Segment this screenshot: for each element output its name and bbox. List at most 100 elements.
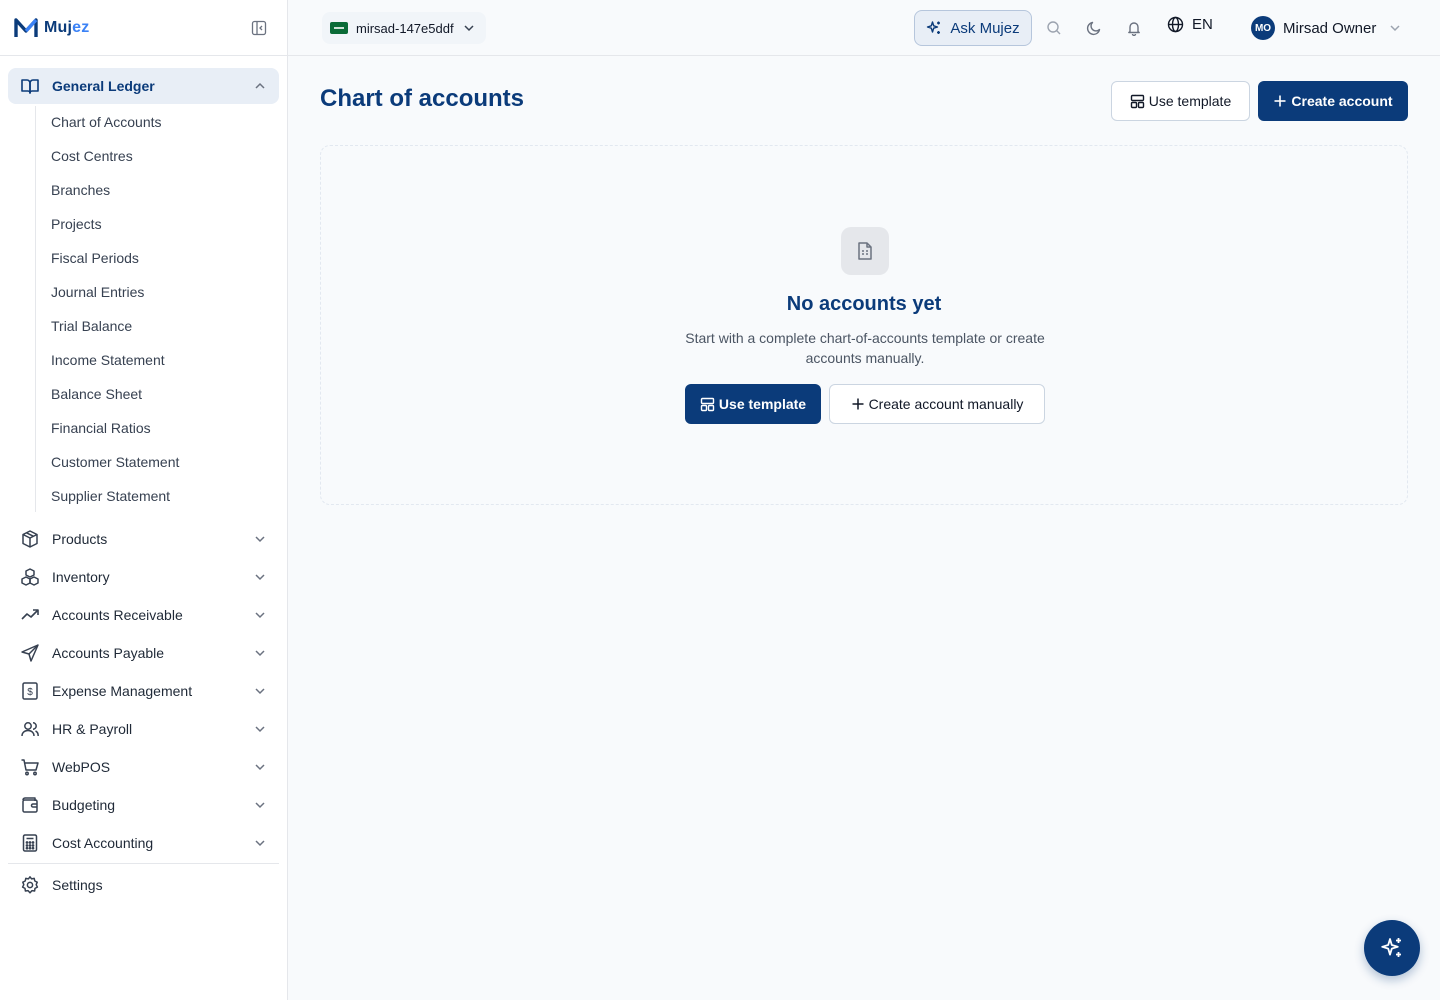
nav-group-webpos[interactable]: WebPOS <box>8 748 279 786</box>
sparkles-icon <box>1379 935 1405 961</box>
organization-selector[interactable]: mirsad-147e5ddf <box>322 12 486 44</box>
top-bar: mirsad-147e5ddf Ask Mujez EN MO Mirsad O… <box>288 0 1440 56</box>
brand-logo[interactable]: Mujez <box>14 17 89 39</box>
subnav-item-cost-centres[interactable]: Cost Centres <box>35 139 279 173</box>
globe-icon <box>1167 16 1184 33</box>
users-icon <box>20 719 40 739</box>
subnav-item-fiscal-periods[interactable]: Fiscal Periods <box>35 241 279 275</box>
subnav-item-branches[interactable]: Branches <box>35 173 279 207</box>
plus-icon <box>851 397 865 411</box>
chevron-down-icon <box>253 608 267 622</box>
package-icon <box>20 529 40 549</box>
nav-label: Inventory <box>52 569 110 585</box>
create-account-manually-label: Create account manually <box>868 396 1024 412</box>
cart-icon <box>20 757 40 777</box>
nav-group-accounts-payable[interactable]: Accounts Payable <box>8 634 279 672</box>
document-icon <box>841 227 889 275</box>
sidebar-header: Mujez <box>0 0 287 56</box>
nav-label: Settings <box>52 877 103 893</box>
create-account-manually-button[interactable]: Create account manually <box>829 384 1045 424</box>
brand-name: Mujez <box>44 18 90 36</box>
chevron-down-icon <box>253 532 267 546</box>
subnav-item-balance-sheet[interactable]: Balance Sheet <box>35 377 279 411</box>
search-icon[interactable] <box>1044 18 1064 38</box>
nav-group-accounts-receivable[interactable]: Accounts Receivable <box>8 596 279 634</box>
subnav-item-journal-entries[interactable]: Journal Entries <box>35 275 279 309</box>
use-template-label: Use template <box>1148 93 1232 109</box>
book-open-icon <box>20 76 40 96</box>
nav-group-inventory[interactable]: Inventory <box>8 558 279 596</box>
sidebar-collapse-icon[interactable] <box>251 20 267 36</box>
create-account-label: Create account <box>1291 93 1393 109</box>
user-name: Mirsad Owner <box>1283 19 1377 37</box>
subnav-item-income-statement[interactable]: Income Statement <box>35 343 279 377</box>
subnav-item-supplier-statement[interactable]: Supplier Statement <box>35 479 279 513</box>
subnav-item-financial-ratios[interactable]: Financial Ratios <box>35 411 279 445</box>
receipt-icon: $ <box>20 681 40 701</box>
moon-icon[interactable] <box>1084 18 1104 38</box>
nav-label: Cost Accounting <box>52 835 154 851</box>
empty-use-template-label: Use template <box>718 396 807 412</box>
language-switcher[interactable]: EN <box>1167 16 1213 33</box>
calculator-icon <box>20 833 40 853</box>
chevron-down-icon <box>462 21 476 35</box>
nav-group-general-ledger[interactable]: General Ledger <box>8 68 279 104</box>
trending-up-icon <box>20 605 40 625</box>
nav-label: Accounts Payable <box>52 645 165 661</box>
nav-group-cost-accounting[interactable]: Cost Accounting <box>8 824 279 862</box>
subnav-item-projects[interactable]: Projects <box>35 207 279 241</box>
chevron-down-icon <box>253 570 267 584</box>
language-code: EN <box>1192 16 1213 33</box>
nav-label: Accounts Receivable <box>52 607 183 623</box>
template-icon <box>1130 94 1145 109</box>
empty-state-card: No accounts yet Start with a complete ch… <box>320 145 1408 505</box>
empty-state-description: Start with a complete chart-of-accounts … <box>685 330 1045 366</box>
plus-icon <box>1273 94 1287 108</box>
nav-item-settings[interactable]: Settings <box>8 866 279 904</box>
ai-assistant-fab[interactable] <box>1364 920 1420 976</box>
nav-label: Expense Management <box>52 683 193 699</box>
nav-group-budgeting[interactable]: Budgeting <box>8 786 279 824</box>
nav-label: Budgeting <box>52 797 116 813</box>
sidebar-nav: General Ledger Chart of Accounts Cost Ce… <box>0 56 287 904</box>
nav-label: HR & Payroll <box>52 721 133 737</box>
subnav-item-trial-balance[interactable]: Trial Balance <box>35 309 279 343</box>
nav-group-products[interactable]: Products <box>8 520 279 558</box>
nav-label: Products <box>52 531 108 547</box>
wallet-icon <box>20 795 40 815</box>
page-title: Chart of accounts <box>320 85 525 112</box>
send-icon <box>20 643 40 663</box>
organization-name: mirsad-147e5ddf <box>356 20 454 36</box>
chevron-down-icon <box>253 722 267 736</box>
user-menu[interactable]: MO Mirsad Owner <box>1251 16 1402 40</box>
nav-group-expense-management[interactable]: $ Expense Management <box>8 672 279 710</box>
empty-state-title: No accounts yet <box>786 293 942 315</box>
nav-label: WebPOS <box>52 759 111 775</box>
empty-use-template-button[interactable]: Use template <box>685 384 821 424</box>
ask-mujez-label: Ask Mujez <box>950 19 1020 37</box>
chevron-down-icon <box>253 836 267 850</box>
svg-text:$: $ <box>27 687 33 698</box>
use-template-button[interactable]: Use template <box>1111 81 1250 121</box>
chevron-down-icon <box>253 760 267 774</box>
create-account-button[interactable]: Create account <box>1258 81 1408 121</box>
nav-group-label: General Ledger <box>52 78 155 94</box>
bell-icon[interactable] <box>1124 18 1144 38</box>
chevron-down-icon <box>253 798 267 812</box>
avatar: MO <box>1251 16 1275 40</box>
chevron-down-icon <box>253 684 267 698</box>
subnav-item-chart-of-accounts[interactable]: Chart of Accounts <box>35 105 279 139</box>
boxes-icon <box>20 567 40 587</box>
general-ledger-subnav: Chart of Accounts Cost Centres Branches … <box>35 104 279 514</box>
saudi-flag-icon <box>330 22 348 34</box>
sparkles-icon <box>926 20 942 36</box>
nav-group-hr-payroll[interactable]: HR & Payroll <box>8 710 279 748</box>
nav-divider <box>8 863 279 864</box>
gear-icon <box>20 875 40 895</box>
ask-mujez-button[interactable]: Ask Mujez <box>914 10 1032 46</box>
chevron-up-icon <box>253 79 267 93</box>
subnav-item-customer-statement[interactable]: Customer Statement <box>35 445 279 479</box>
chevron-down-icon <box>1388 21 1402 35</box>
mujez-logo-icon <box>14 17 38 37</box>
template-icon <box>700 397 715 412</box>
